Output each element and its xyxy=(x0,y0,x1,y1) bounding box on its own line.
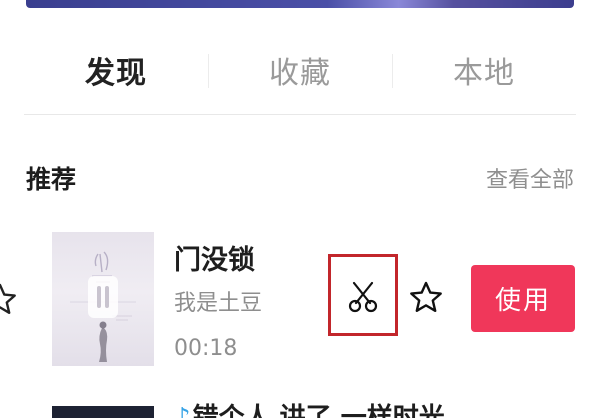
top-banner[interactable] xyxy=(26,0,574,8)
star-outline-icon[interactable] xyxy=(0,282,18,318)
song-cover[interactable] xyxy=(52,406,154,418)
tab-bar: 发现 收藏 本地 xyxy=(24,40,576,100)
section-title: 推荐 xyxy=(26,165,77,194)
tab-separator xyxy=(208,54,209,88)
song-title: 门没锁 xyxy=(174,245,255,276)
song-artist: 我是土豆 xyxy=(174,291,263,316)
star-outline-icon[interactable] xyxy=(408,280,444,316)
song-cover[interactable] xyxy=(52,232,154,366)
tab-discover[interactable]: 发现 xyxy=(24,40,208,100)
song-title-partial: 错个人 讲了 一样时光 xyxy=(192,403,445,418)
tabs-divider xyxy=(24,114,576,115)
use-button[interactable]: 使用 xyxy=(471,265,575,332)
scissors-icon[interactable] xyxy=(345,279,381,315)
song-title: ♪错个人 讲了 一样时光 xyxy=(174,403,445,418)
play-icon[interactable] xyxy=(88,276,118,318)
tab-favorites[interactable]: 收藏 xyxy=(208,40,392,100)
music-picker-screen: 发现 收藏 本地 推荐 查看全部 门没锁 我是土豆 00:18 使用 ♪错个人 … xyxy=(0,0,600,418)
music-note-icon: ♪ xyxy=(174,403,191,418)
tab-separator xyxy=(392,54,393,88)
song-duration: 00:18 xyxy=(174,336,238,361)
tab-local[interactable]: 本地 xyxy=(392,40,576,100)
view-all-link[interactable]: 查看全部 xyxy=(486,162,574,194)
